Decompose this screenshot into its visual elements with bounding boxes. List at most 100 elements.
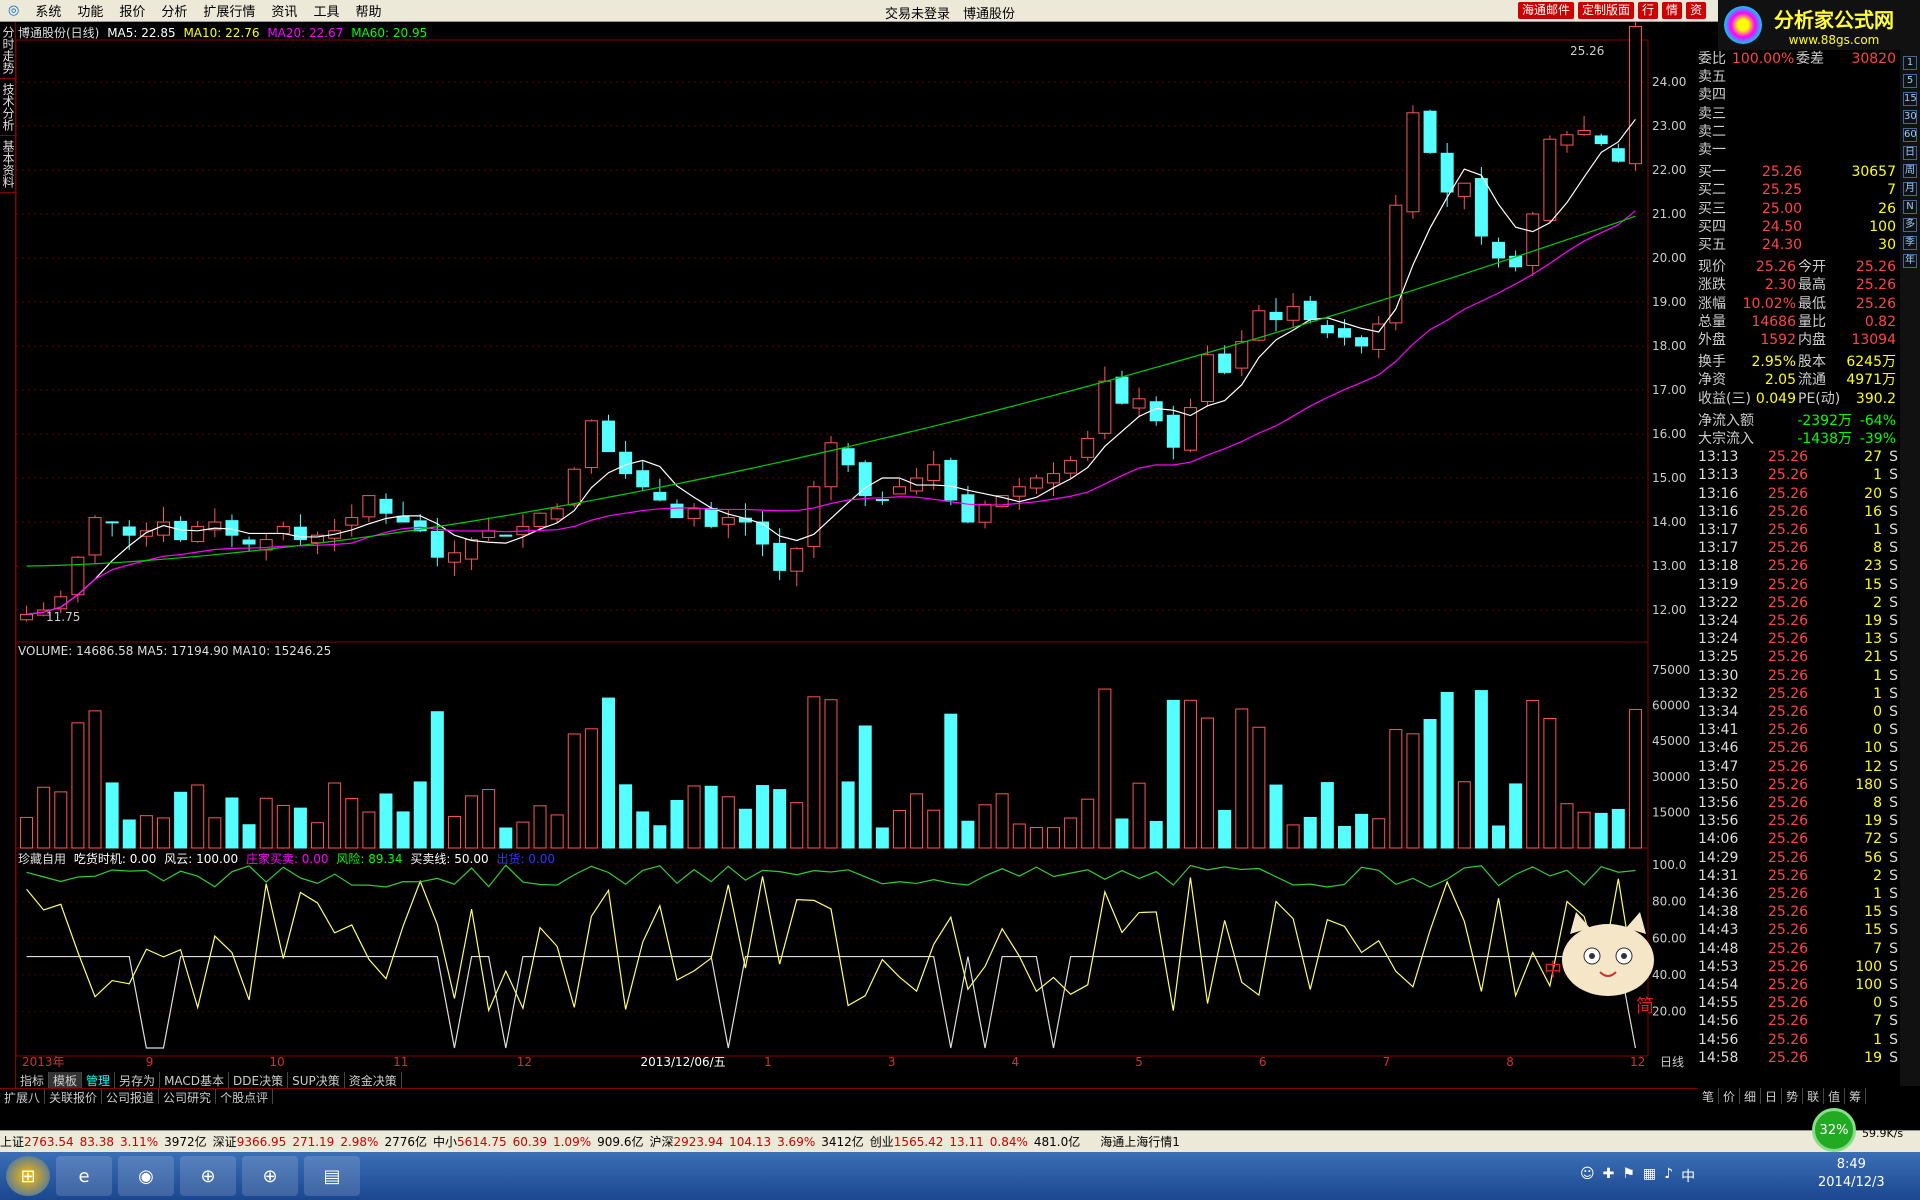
menu-icon[interactable]: ◎ (0, 3, 27, 18)
menu-analysis[interactable]: 分析 (153, 1, 195, 20)
tab-fund[interactable]: 资金决策 (345, 1072, 402, 1088)
ime-icon[interactable]: 中 (1681, 1166, 1695, 1186)
menu-system[interactable]: 系统 (27, 1, 69, 20)
menu-info[interactable]: 资讯 (263, 1, 305, 20)
menu-quote[interactable]: 报价 (111, 1, 153, 20)
tab-indicator[interactable]: 指标 (16, 1072, 50, 1088)
custom-layout-button[interactable]: 定制版面 (1578, 2, 1635, 19)
price-tick-label: 15.00 (1652, 471, 1686, 485)
period-button[interactable]: 多 (1903, 218, 1917, 232)
period-button[interactable]: 月 (1903, 182, 1917, 196)
tab-technical[interactable]: 技术分析 (0, 79, 17, 136)
chart-panel-border (16, 39, 1649, 643)
volume-bar (1492, 825, 1506, 849)
menu-help[interactable]: 帮助 (347, 1, 389, 20)
tab-stock-comment[interactable]: 个股点评 (216, 1089, 274, 1105)
notes-taskbar-icon[interactable]: ▤ (304, 1156, 360, 1196)
period-button[interactable]: 15 (1903, 92, 1917, 106)
paint-taskbar-icon[interactable]: ◉ (118, 1156, 174, 1196)
volume-header: VOLUME: 14686.58 MA5: 17194.90 MA10: 152… (18, 644, 332, 658)
candle-body (1218, 353, 1232, 373)
period-button[interactable]: 30 (1903, 110, 1917, 124)
tray-icon-1[interactable]: ☺ (1580, 1166, 1595, 1186)
tab-intraday[interactable]: 分时走势 (0, 22, 17, 79)
tick-price: 25.26 (1768, 977, 1809, 993)
start-button[interactable]: ⊞ (6, 1156, 50, 1196)
period-button[interactable]: 年 (1903, 254, 1917, 268)
tab-sup[interactable]: SUP决策 (288, 1072, 345, 1088)
tab-macd[interactable]: MACD基本 (160, 1072, 230, 1088)
tab-dde[interactable]: DDE决策 (229, 1072, 289, 1088)
network-icon[interactable]: ▦ (1643, 1166, 1656, 1186)
index-item[interactable]: 中小5614.75 60.39 1.09% 909.6亿 (433, 1133, 643, 1150)
period-button[interactable]: 5 (1903, 74, 1917, 88)
app2-taskbar-icon[interactable]: ⊕ (242, 1156, 298, 1196)
mail-button[interactable]: 海通邮件 (1518, 2, 1575, 19)
quote-tab[interactable]: 势 (1782, 1088, 1804, 1104)
volume-bar (1183, 699, 1197, 849)
candle-body (1149, 401, 1163, 422)
quote-tab[interactable]: 笔 (1698, 1088, 1720, 1104)
tick-side: S (1889, 940, 1898, 957)
index-item[interactable]: 沪深2923.94 104.13 3.69% 3412亿 (649, 1133, 863, 1150)
tick-side: S (1889, 886, 1898, 902)
tick-time: 13:56 (1698, 813, 1739, 830)
kline-chart[interactable]: 24.00 23.00 22.00 21.00 20.00 19.00 18.00 17.00… (16, 22, 1700, 1072)
volume-bar (1218, 809, 1232, 849)
flag-icon[interactable]: ⚑ (1622, 1166, 1635, 1186)
candle-body (961, 494, 975, 523)
period-button[interactable]: 日 (1903, 146, 1917, 160)
ie-taskbar-icon[interactable]: e (56, 1156, 112, 1196)
tab-fundamental[interactable]: 基本资料 (0, 136, 17, 193)
tick-time: 13:46 (1698, 740, 1739, 757)
tick-side: S (1889, 540, 1898, 557)
period-button[interactable]: N (1903, 200, 1917, 214)
tab-manage[interactable]: 管理 (82, 1072, 116, 1088)
tab-related[interactable]: 关联报价 (45, 1089, 103, 1105)
tab-saveas[interactable]: 另存为 (115, 1072, 161, 1088)
volume-bar (910, 793, 924, 849)
menu-ext-market[interactable]: 扩展行情 (195, 1, 263, 20)
quote-tab[interactable]: 细 (1740, 1088, 1762, 1104)
volume-icon[interactable]: ♪ (1664, 1166, 1673, 1186)
menu-function[interactable]: 功能 (69, 1, 111, 20)
period-button[interactable]: 1 (1903, 56, 1917, 70)
index-item[interactable]: 深证9366.95 271.19 2.98% 2776亿 (213, 1133, 427, 1150)
chart-area[interactable]: 24.00 23.00 22.00 21.00 20.00 19.00 18.00 17.00… (16, 22, 1690, 1088)
quote-tab[interactable]: 价 (1719, 1088, 1741, 1104)
quote-tab[interactable]: 筹 (1845, 1088, 1867, 1104)
market-button-1[interactable]: 行 (1638, 2, 1659, 19)
index-change: 83.38 (79, 1135, 114, 1149)
tray-icon-2[interactable]: ✚ (1603, 1166, 1615, 1186)
flow-value: -1438万 (1797, 431, 1852, 447)
tab-ext8[interactable]: 扩展八 (0, 1089, 46, 1105)
quote-row: 卖五 (1698, 68, 1900, 86)
tick-row: 14:54 25.26 100 S (1698, 976, 1900, 994)
candle-body (105, 521, 119, 524)
menu-tools[interactable]: 工具 (305, 1, 347, 20)
tab-company-research[interactable]: 公司研究 (159, 1089, 217, 1105)
period-button[interactable]: 季 (1903, 236, 1917, 250)
market-button-2[interactable]: 情 (1662, 2, 1683, 19)
tick-price: 25.26 (1768, 558, 1809, 575)
index-amount: 3972亿 (164, 1135, 207, 1149)
info-button[interactable]: 资 (1686, 2, 1707, 19)
period-button[interactable]: 周 (1903, 164, 1917, 178)
tab-company-report[interactable]: 公司报道 (102, 1089, 160, 1105)
clock[interactable]: 8:49 2014/12/3 (1818, 1156, 1885, 1192)
low-mark: 11.75 (46, 610, 81, 624)
period-button[interactable]: 60 (1903, 128, 1917, 142)
volume-bar (738, 808, 752, 849)
quote-tab[interactable]: 日 (1761, 1088, 1783, 1104)
quote-tab[interactable]: 值 (1824, 1088, 1846, 1104)
index-item[interactable]: 上证2763.54 83.38 3.11% 3972亿 (0, 1133, 207, 1150)
tick-side: S (1889, 649, 1898, 666)
index-item[interactable]: 创业1565.42 13.11 0.84% 481.0亿 (870, 1133, 1080, 1150)
candle-body (1543, 138, 1557, 221)
candle-body (1474, 178, 1488, 237)
quote-tab[interactable]: 联 (1803, 1088, 1825, 1104)
indicator-header: 珍藏自用 吃货时机: 0.00 风云: 100.00 庄家买卖: 0.00 风险… (18, 850, 555, 867)
app1-taskbar-icon[interactable]: ⊕ (180, 1156, 236, 1196)
volume-bar (1081, 798, 1095, 849)
tab-template[interactable]: 模板 (49, 1072, 83, 1088)
